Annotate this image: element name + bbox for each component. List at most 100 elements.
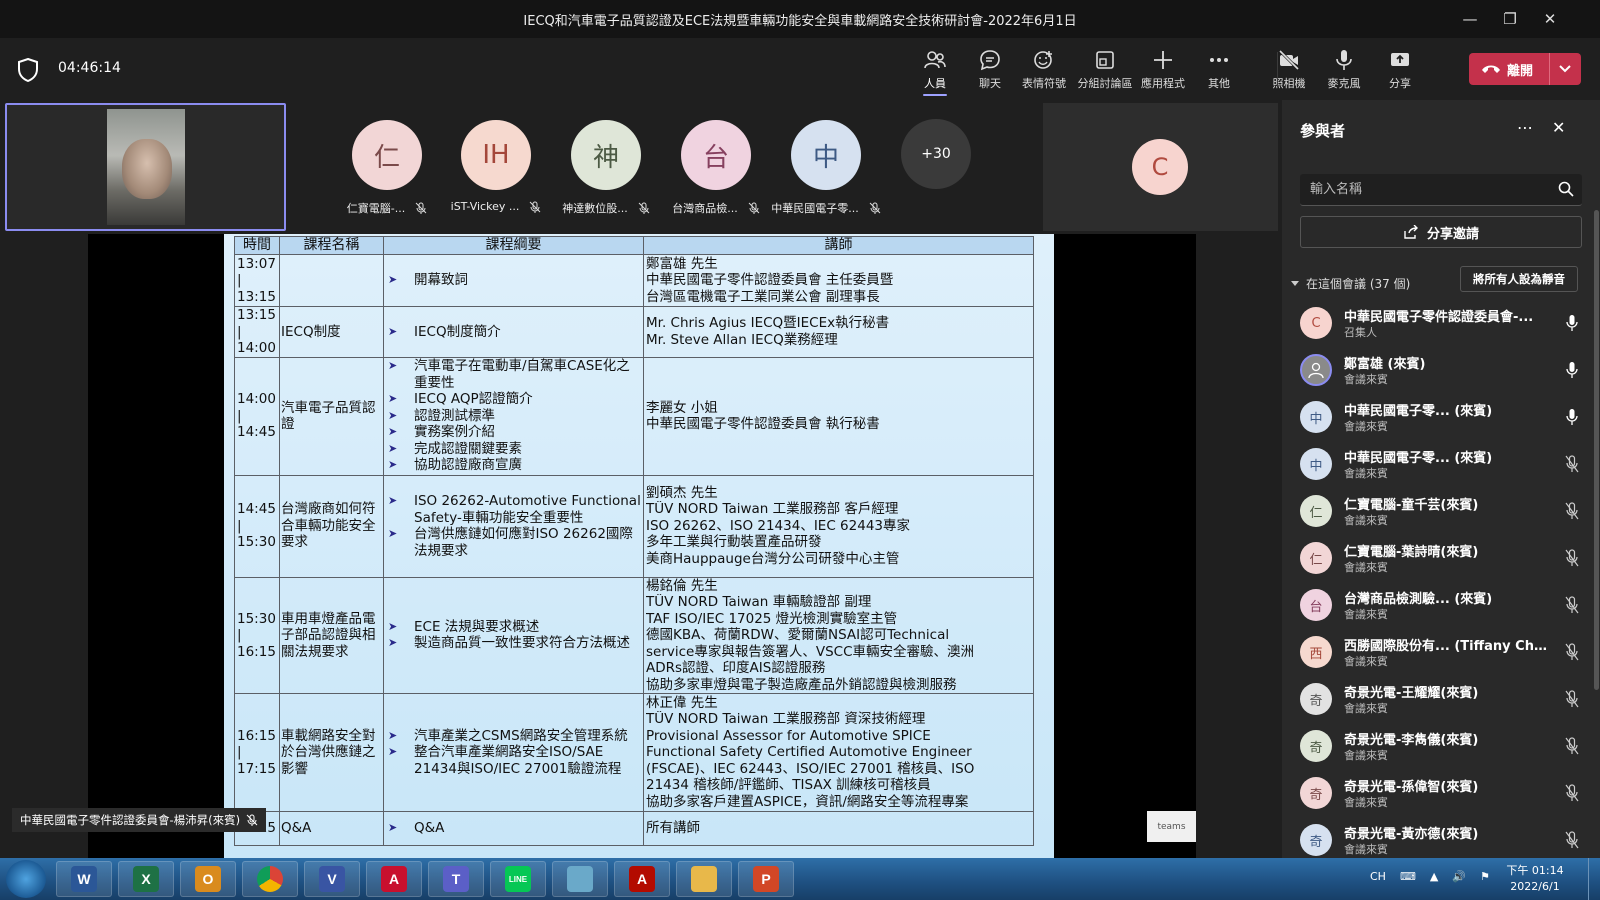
outline-text: 汽車產業之CSMS網路安全管理系統 [414,727,628,744]
lecturer-line: 美商Hauppauge台灣分公司研發中心主管 [646,550,900,567]
participant-avatar: 台 [681,120,751,190]
more-participants-button[interactable]: +30 [901,119,971,189]
participant-role: 會議來賓 [1344,655,1388,668]
minimize-button[interactable]: — [1450,0,1490,38]
list-item[interactable]: 奇奇景光電-王耀耀(來賓) 會議來賓 [1282,676,1600,723]
taskbar-app-reader[interactable]: A [614,861,670,897]
people-button[interactable]: 人員 [907,48,963,96]
person-icon [1308,362,1324,379]
mic-label: 麥克風 [1327,77,1361,90]
tray-expand-icon[interactable]: ▲ [1430,870,1438,883]
taskbar-app-visio[interactable]: V [304,861,360,897]
chevron-down-icon[interactable] [1559,64,1571,74]
outline-cell: ➤ ISO 26262-Automotive Functional Safety-… [383,474,644,578]
time-cell: 13:15 | 14:00 [234,306,280,358]
taskbar-app-outlook[interactable]: O [180,861,236,897]
title-bar: IECQ和汽車電子品質認證及ECE法規暨車輛功能安全與車載網路安全技術研討會-2… [0,0,1600,38]
table-row: 13:15 | 14:00 IECQ制度 ➤ IECQ制度簡介 Mr. Chris Ag… [234,306,1034,358]
participant-search [1300,174,1582,206]
rooms-button[interactable]: 分組討論區 [1077,48,1133,94]
list-item[interactable]: 台台灣商品檢測驗... (來賓) 會議來賓 [1282,582,1600,629]
taskbar-app-excel[interactable]: X [118,861,174,897]
show-desktop-button[interactable] [1588,858,1600,900]
participant-tile[interactable]: 神神達數位股... [550,120,662,216]
participant-name: 奇景光電-黃亦德(來賓) [1344,827,1479,842]
close-button[interactable]: ✕ [1530,0,1570,38]
taskbar-app-powerpoint[interactable]: P [738,861,794,897]
list-item[interactable]: 奇奇景光電-李雋儀(來賓) 會議來賓 [1282,723,1600,770]
participant-avatar: 西 [1300,636,1332,668]
participant-name-row: 仁寶電腦-... [331,200,443,216]
participant-tile[interactable]: 仁仁寶電腦-... [331,120,443,216]
outline-text: 台灣供應鏈如何應對ISO 26262國際法規要求 [414,526,633,559]
taskbar-app-line[interactable]: LINE [490,861,546,897]
keyboard-icon[interactable]: ⌨ [1400,870,1416,883]
apps-button[interactable]: 應用程式 [1135,48,1191,94]
search-icon[interactable] [1558,181,1574,197]
mute-all-button[interactable]: 將所有人設為靜音 [1460,266,1578,292]
maximize-button[interactable]: ❐ [1490,0,1530,38]
share-invite-button[interactable]: 分享邀請 [1300,216,1582,248]
start-button[interactable] [6,860,46,898]
react-label: 表情符號 [1022,77,1066,90]
outline-text: ECE 法規與要求概述 [414,618,540,635]
participant-tile[interactable]: IH iST-Vickey ... [440,120,552,213]
outline-text: 汽車電子在電動車/自駕車CASE化之重要性 [414,358,630,391]
list-item[interactable]: 中中華民國電子零... (來賓) 會議來賓 [1282,394,1600,441]
mic-off-icon [1565,643,1579,661]
participant-role: 會議來賓 [1344,608,1388,621]
list-item[interactable]: 中中華民國電子零... (來賓) 會議來賓 [1282,441,1600,488]
outline-item: ➤ ECE 法規與要求概述 [388,619,643,636]
participant-tile[interactable]: 中中華民國電子零... [770,120,882,216]
list-item[interactable]: 仁仁寶電腦-童千芸(來賓) 會議來賓 [1282,488,1600,535]
taskbar-app-teams[interactable]: T [428,861,484,897]
list-item[interactable]: 仁仁寶電腦-葉詩晴(來賓) 會議來賓 [1282,535,1600,582]
react-button[interactable]: 表情符號 [1016,48,1072,94]
taskbar-app-acrobat[interactable]: A [366,861,422,897]
participant-tile[interactable]: 台台灣商品檢... [660,120,772,216]
list-item[interactable]: C 中華民國電子零件認證委員會-... 召集人 [1282,300,1600,347]
outline-cell: ➤ Q&A [383,811,644,846]
list-item[interactable]: 西西勝國際股份有... (Tiffany Chen... 會議來賓 [1282,629,1600,676]
close-panel-icon[interactable]: ✕ [1552,118,1565,137]
participant-name-row: iST-Vickey ... [440,200,552,213]
share-button[interactable]: 分享 [1372,48,1428,94]
taskbar-app-notes[interactable] [552,861,608,897]
lecturer-line: 協助多家車燈與電子製造廠產品外銷認證與檢測服務 [646,676,957,693]
plus-icon [1154,51,1172,69]
participant-tile-c[interactable]: C [1043,103,1278,231]
system-clock[interactable]: 下午 01:14 2022/6/1 [1500,863,1570,895]
chat-button[interactable]: 聊天 [962,48,1018,94]
participant-role: 會議來賓 [1344,420,1388,433]
explorer-icon [691,866,717,892]
microphone-icon [1566,315,1578,331]
outline-text: 製造商品質一致性要求符合方法概述 [414,635,630,652]
self-video-tile[interactable] [5,103,286,231]
list-item[interactable]: 鄭富雄 (來賓) 會議來賓 [1282,347,1600,394]
mic-button[interactable]: 麥克風 [1316,48,1372,94]
reader-icon: A [629,866,655,892]
outlook-icon: O [195,866,221,892]
taskbar-app-explorer[interactable] [676,861,732,897]
lecturer-line: TÜV NORD Taiwan 工業服務部 客戶經理 [646,501,899,518]
bullet-icon: ➤ [388,821,398,835]
leave-button[interactable]: 離開 [1469,53,1581,85]
language-indicator[interactable]: CH [1370,870,1386,883]
taskbar-app-word[interactable]: W [56,861,112,897]
participant-name: 台灣商品檢測驗... (來賓) [1344,592,1493,607]
camera-button[interactable]: 照相機 [1261,48,1317,94]
list-item[interactable]: 奇奇景光電-孫偉智(來賓) 會議來賓 [1282,770,1600,817]
participant-role: 會議來賓 [1344,514,1388,527]
scrollbar[interactable] [1594,210,1599,690]
outline-text: IECQ制度簡介 [414,323,501,340]
lecturer-line: TÜV NORD Taiwan 車輛驗證部 副理 [646,594,872,610]
more-button[interactable]: 其他 [1191,48,1247,94]
volume-icon[interactable]: 🔊 [1452,870,1466,883]
search-input[interactable] [1300,174,1540,204]
hangup-icon [1482,65,1500,73]
more-options-icon[interactable]: ⋯ [1517,118,1533,137]
flag-icon[interactable]: ⚑ [1480,870,1490,883]
in-meeting-section-header[interactable]: 在這個會議 (37 個) [1290,275,1410,292]
list-item[interactable]: 奇奇景光電-黃亦德(來賓) 會議來賓 [1282,817,1600,858]
taskbar-app-chrome[interactable] [242,861,298,897]
